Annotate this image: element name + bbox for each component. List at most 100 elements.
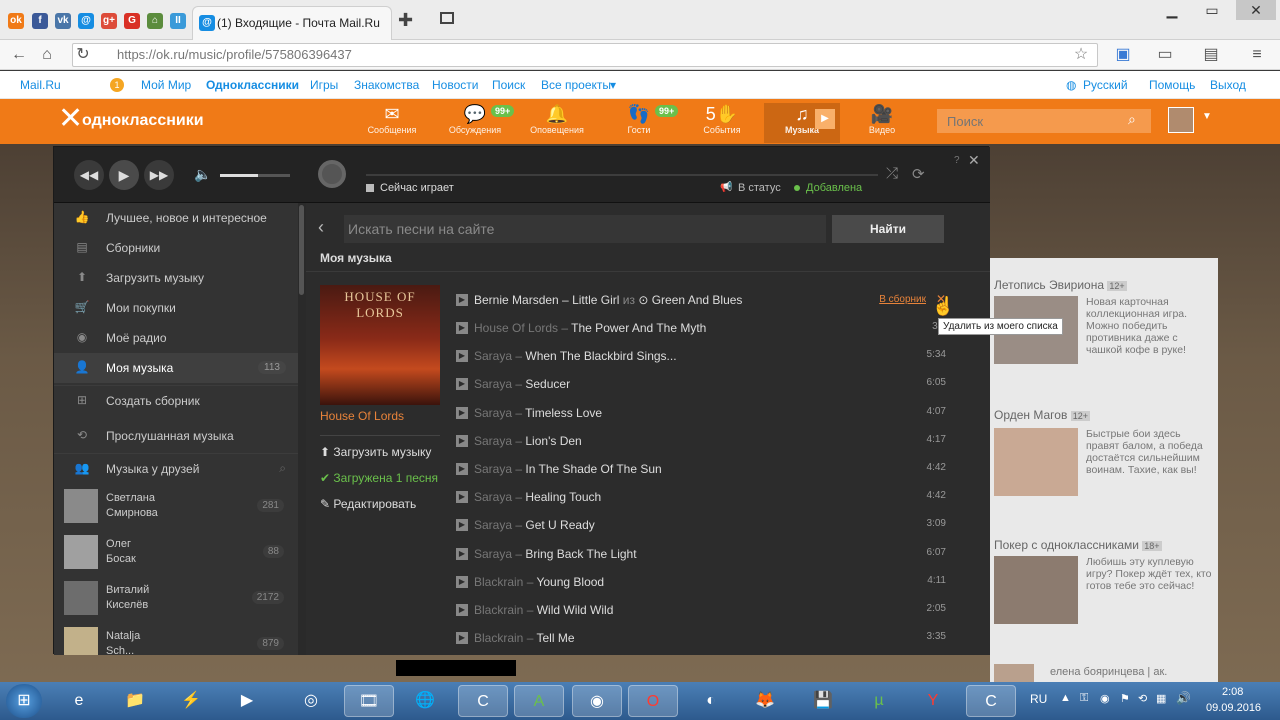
site-favicon-icon[interactable]: II	[170, 13, 186, 29]
track-row[interactable]: ▶ House Of Lords – The Power And The Myth…	[456, 315, 946, 341]
tray-update-icon[interactable]: ⟲	[1138, 692, 1147, 705]
odnoklassniki-favicon-icon[interactable]: ok	[8, 13, 24, 29]
ie-icon[interactable]: e	[54, 685, 104, 717]
video-editor-icon[interactable]: 🎞	[344, 685, 394, 717]
media-player-icon[interactable]: ▶	[222, 685, 272, 717]
play-icon[interactable]: ▶	[456, 632, 468, 645]
tray-arrow-icon[interactable]: ▲	[1060, 692, 1071, 704]
play-icon[interactable]: ▶	[456, 294, 468, 306]
avatar[interactable]	[1168, 107, 1194, 133]
upload-music-button[interactable]: ⬆ Загрузить музыку	[320, 445, 431, 459]
music-play-icon[interactable]: ▶	[815, 109, 835, 129]
link-search[interactable]: Поиск	[492, 78, 525, 92]
disc-app-icon[interactable]: ◎	[286, 685, 336, 717]
new-tab-icon[interactable]: ✚	[398, 10, 413, 31]
track-row[interactable]: ▶ Saraya – Healing Touch 4:42	[456, 484, 946, 510]
track-row[interactable]: ▶ Saraya – Get U Ready 3:09	[456, 512, 946, 538]
friend-item[interactable]: Олег Босак 88	[54, 533, 298, 577]
nav-messages[interactable]: ✉ Сообщения	[352, 103, 432, 143]
track-row[interactable]: ▶ Saraya – Timeless Love 4:07	[456, 400, 946, 426]
ad-image[interactable]	[994, 428, 1078, 496]
play-icon[interactable]: ▶	[456, 604, 468, 616]
track-row[interactable]: ▶ Saraya – Seducer 6:05	[456, 371, 946, 397]
to-status-button[interactable]: В статус	[738, 182, 781, 194]
clock-date[interactable]: 09.09.2016	[1206, 702, 1261, 714]
link-my-world[interactable]: Мой Мир	[141, 78, 191, 92]
chat-extension-icon[interactable]: ▭	[1154, 44, 1176, 66]
ad-title[interactable]: Покер с одноклассниками 18+	[994, 538, 1162, 552]
chrome-icon[interactable]: ◉	[572, 685, 622, 717]
add-to-collection-link[interactable]: В сборник	[879, 294, 926, 305]
track-row[interactable]: ▶ Saraya – Bring Back The Light 6:07	[456, 541, 946, 567]
back-chevron-icon[interactable]: ‹	[318, 217, 324, 238]
track-row[interactable]: ▶ Saraya – Lion's Den 4:17	[456, 428, 946, 454]
tray-app-icon[interactable]: ◉	[1100, 692, 1110, 705]
help-icon[interactable]: ?	[954, 155, 960, 166]
repeat-icon[interactable]: ⟳	[912, 165, 925, 183]
link-exit[interactable]: Выход	[1210, 78, 1246, 92]
nav-video[interactable]: 🎥 Видео	[842, 103, 922, 143]
lightning-app-icon[interactable]: ⚡	[166, 685, 216, 717]
nav-notifications[interactable]: 🔔 Оповещения	[517, 103, 597, 143]
maximize-icon[interactable]: ▭	[1192, 0, 1232, 20]
home-icon[interactable]: ⌂	[36, 44, 58, 66]
language-selector[interactable]: Русский	[1083, 78, 1128, 92]
ok-search-input[interactable]	[937, 109, 1151, 133]
song-search-input[interactable]	[344, 215, 826, 243]
sidebar-item-friends-music[interactable]: 👥 Музыка у друзей ⌕	[54, 453, 298, 483]
facebook-favicon-icon[interactable]: f	[32, 13, 48, 29]
play-icon[interactable]: ▶	[456, 519, 468, 532]
volume-icon[interactable]: 🔈	[194, 166, 211, 183]
friend-item[interactable]: Светлана Смирнова 281	[54, 487, 298, 531]
link-dating[interactable]: Знакомства	[354, 78, 419, 92]
ad-title[interactable]: Летопись Эвириона 12+	[994, 278, 1127, 292]
track-row[interactable]: ▶ Blackrain – Tell Me 3:35	[456, 625, 946, 651]
browser-app-icon[interactable]: ◐	[686, 685, 736, 717]
ad-image[interactable]	[994, 556, 1078, 624]
clock-time[interactable]: 2:08	[1222, 686, 1243, 698]
link-mailru[interactable]: Mail.Ru	[20, 78, 61, 92]
camtasia-recorder-icon[interactable]: C	[966, 685, 1016, 717]
nav-guests[interactable]: 👣 Гости 99+	[599, 103, 679, 143]
play-icon[interactable]: ▶	[109, 160, 139, 190]
input-language[interactable]: RU	[1030, 692, 1047, 706]
shuffle-icon[interactable]: ⤮	[886, 165, 898, 182]
folder-icon[interactable]: 📁	[110, 685, 160, 717]
album-name[interactable]: House Of Lords	[320, 409, 404, 423]
friend-item[interactable]: Виталий Киселёв 2172	[54, 579, 298, 623]
flag-icon[interactable]: ⚑	[1120, 692, 1130, 705]
globe-app-icon[interactable]: 🌐	[400, 685, 450, 717]
tab-list-icon[interactable]	[440, 12, 454, 24]
tray-key-icon[interactable]: ⚿	[1080, 692, 1088, 705]
opera-icon[interactable]: O	[628, 685, 678, 717]
vk-favicon-icon[interactable]: vk	[55, 13, 71, 29]
google-favicon-icon[interactable]: G	[124, 13, 140, 29]
bookmark-favicon-icon[interactable]: ⌂	[147, 13, 163, 29]
play-icon[interactable]: ▶	[456, 491, 468, 504]
ok-logo-text[interactable]: одноклассники	[82, 112, 204, 130]
firefox-icon[interactable]: 🦊	[740, 685, 790, 717]
track-row[interactable]: ▶ Bernie Marsden – Little Girl из ⊙ Gree…	[456, 287, 946, 313]
save-app-icon[interactable]: 💾	[798, 685, 848, 717]
yandex-icon[interactable]: Y	[908, 685, 958, 717]
track-row[interactable]: ▶ Blackrain – Young Blood 4:11	[456, 569, 946, 595]
link-news[interactable]: Новости	[432, 78, 478, 92]
sidebar-item-my-music[interactable]: 👤 Моя музыка 113	[54, 353, 298, 383]
sidebar-item-create-collection[interactable]: ⊞ Создать сборник	[54, 385, 298, 417]
album-link[interactable]: ⊙ Green And Blues	[638, 293, 742, 307]
url-input[interactable]: https://ok.ru/music/profile/575806396437	[72, 43, 1098, 67]
play-icon[interactable]: ▶	[456, 350, 468, 363]
play-icon[interactable]: ▶	[456, 378, 468, 391]
reload-icon[interactable]: ↻	[72, 44, 94, 66]
track-progress-bar[interactable]	[366, 174, 878, 176]
nav-discussions[interactable]: 💬 Обсуждения 99+	[435, 103, 515, 143]
tab-mail-inbox[interactable]: @ (1) Входящие - Почта Mail.Ru	[192, 6, 392, 40]
play-icon[interactable]: ▶	[456, 575, 468, 588]
link-all-projects[interactable]: Все проекты	[541, 78, 611, 92]
search-icon[interactable]: ⌕	[1128, 111, 1136, 128]
bookmark-star-icon[interactable]: ☆	[1070, 44, 1092, 66]
link-odnoklassniki[interactable]: Одноклассники	[206, 78, 299, 92]
link-help[interactable]: Помощь	[1149, 78, 1195, 92]
volume-slider[interactable]	[220, 174, 290, 177]
back-icon[interactable]: ←	[8, 44, 30, 66]
